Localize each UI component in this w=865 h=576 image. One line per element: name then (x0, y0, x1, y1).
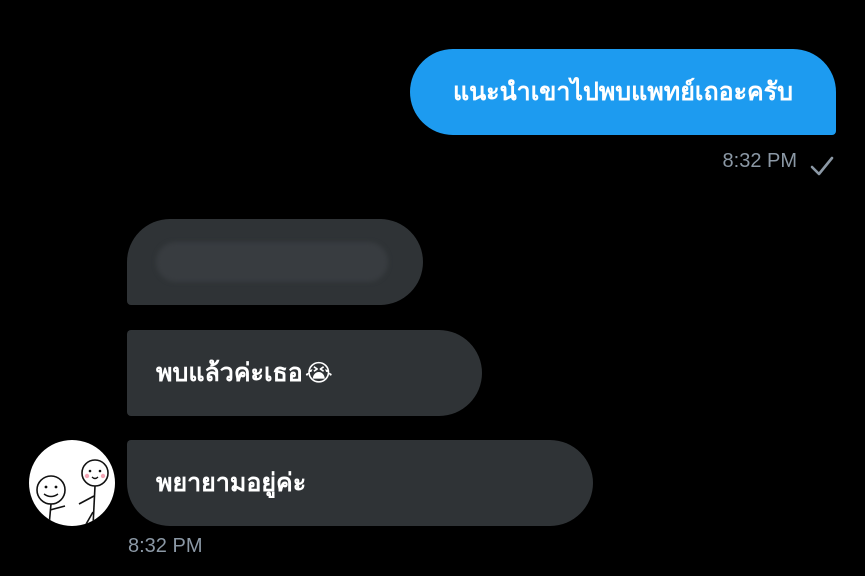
outgoing-message-text: แนะนำเขาไปพบแพทย์เถอะครับ (452, 77, 794, 106)
incoming-message-text: พบแล้วค่ะเธอ (156, 358, 303, 387)
outgoing-message-meta: 8:32 PM (723, 143, 835, 179)
incoming-message-time: 8:32 PM (128, 535, 203, 557)
stick-figure-avatar-icon (36, 459, 109, 526)
outgoing-message-bubble[interactable]: แนะนำเขาไปพบแพทย์เถอะครับ (410, 49, 836, 135)
incoming-message-text: พยายามอยู่ค่ะ (156, 468, 307, 497)
incoming-message-bubble[interactable]: พบแล้วค่ะเธอ 😭 (127, 330, 482, 416)
redacted-text-placeholder (156, 242, 388, 282)
loudly-crying-face-emoji: 😭 (304, 359, 333, 387)
check-icon (809, 153, 835, 179)
conversation-view: แนะนำเขาไปพบแพทย์เถอะครับ 8:32 PM พบแล้ว… (0, 0, 865, 576)
outgoing-message-time: 8:32 PM (722, 149, 797, 172)
incoming-message-bubble[interactable]: พยายามอยู่ค่ะ (127, 440, 593, 526)
sender-avatar[interactable] (29, 440, 115, 526)
incoming-message-bubble-redacted[interactable] (127, 219, 423, 305)
